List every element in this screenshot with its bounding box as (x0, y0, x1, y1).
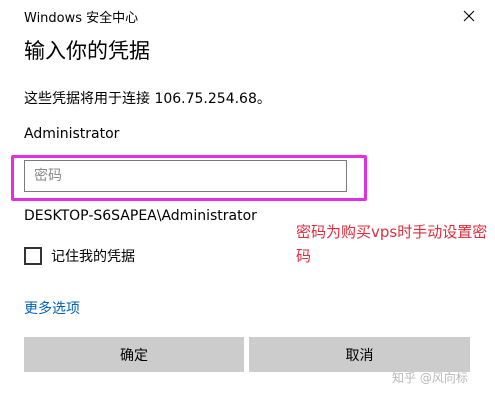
password-input[interactable] (24, 160, 347, 192)
dialog-heading: 输入你的凭据 (24, 39, 150, 63)
credential-dialog: Windows 安全中心 输入你的凭据 这些凭据将用于连接 106.75.254… (0, 0, 495, 400)
domain-user-label: DESKTOP-S6SAPEA\Administrator (24, 208, 257, 224)
remember-credentials-label[interactable]: 记住我的凭据 (51, 246, 135, 266)
window-title: Windows 安全中心 (24, 11, 139, 26)
more-options-link[interactable]: 更多选项 (24, 298, 80, 318)
connection-description: 这些凭据将用于连接 106.75.254.68。 (24, 91, 271, 107)
ok-button[interactable]: 确定 (24, 337, 244, 372)
title-bar: Windows 安全中心 (0, 0, 495, 32)
remember-credentials-checkbox[interactable]: 记住我的凭据 (24, 246, 135, 266)
cancel-button[interactable]: 取消 (249, 337, 470, 372)
annotation-note: 密码为购买vps时手动设置密码 (296, 223, 488, 265)
close-icon (463, 10, 475, 22)
close-button[interactable] (452, 2, 486, 30)
username-label: Administrator (24, 126, 120, 142)
watermark: 知乎 @风向标 (392, 371, 468, 385)
checkbox-box[interactable] (24, 247, 42, 265)
